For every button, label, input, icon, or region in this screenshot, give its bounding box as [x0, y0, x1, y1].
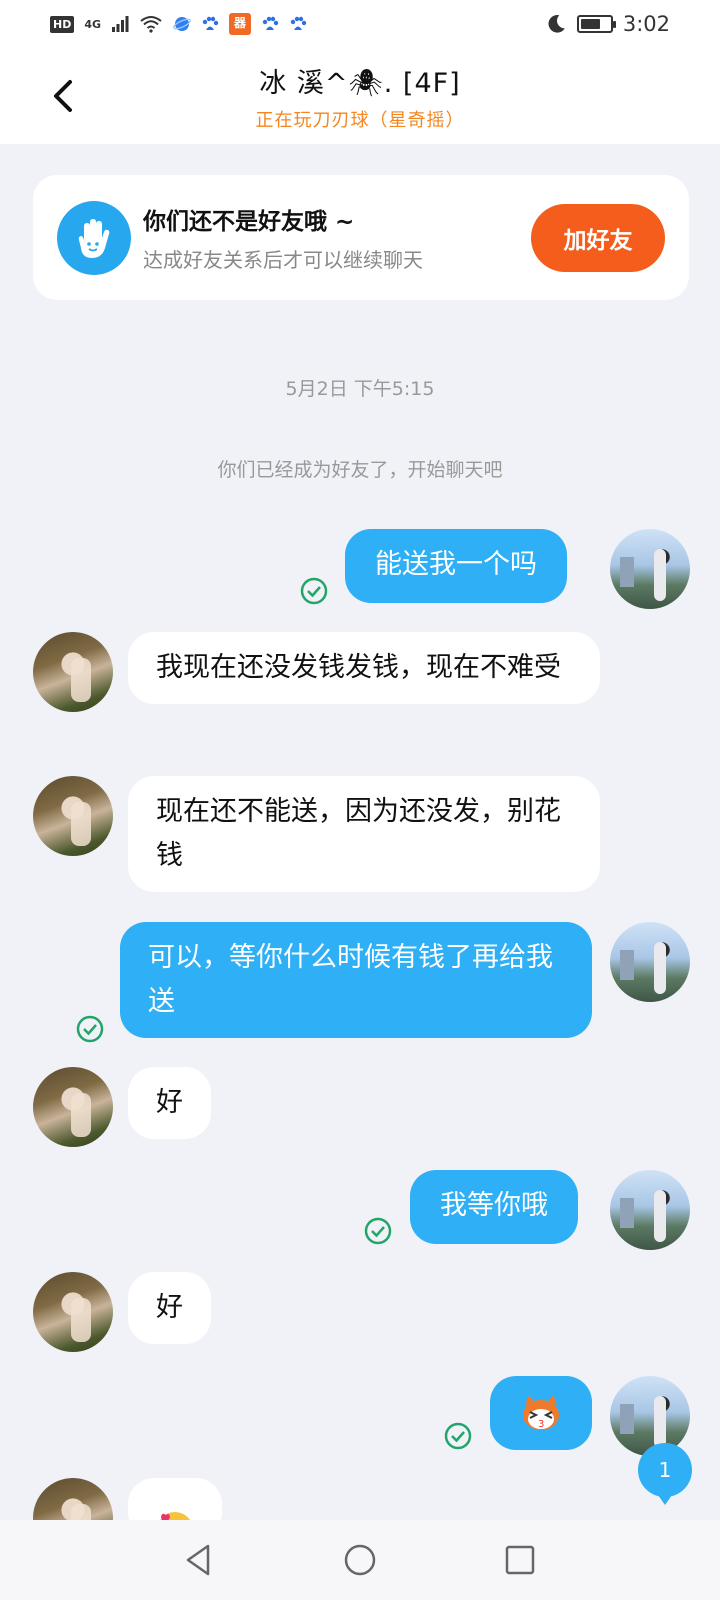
contact-name[interactable]: 冰 溪^🕷. [4F]: [259, 61, 460, 100]
contact-status: 正在玩刀刃球（星奇摇）: [255, 109, 465, 131]
battery-icon: [576, 15, 616, 33]
chat-header: 冰 溪^🕷. [4F] 正在玩刀刃球（星奇摇）: [0, 48, 720, 144]
message-bubble-incoming[interactable]: 好: [128, 1067, 211, 1139]
chat-date: 5月2日 下午5:15: [285, 378, 435, 400]
add-friend-button[interactable]: 加好友: [531, 203, 665, 272]
status-bar: HD 4G 器 3:02: [0, 0, 720, 48]
clock: 3:02: [622, 12, 670, 36]
avatar-contact[interactable]: [33, 776, 113, 856]
wifi-icon: [140, 16, 162, 33]
status-bar-right: 3:02: [545, 12, 670, 36]
hand-wave-icon: [57, 200, 131, 275]
browser-icon: [173, 17, 191, 31]
read-check-icon: [444, 1422, 472, 1450]
signal-icon: [112, 16, 129, 32]
avatar-contact[interactable]: [33, 632, 113, 712]
read-check-icon: [300, 577, 328, 605]
network-label: 4G: [84, 17, 102, 31]
message-bubble-outgoing[interactable]: 我等你哦: [410, 1170, 578, 1244]
svg-text:3: 3: [538, 1419, 544, 1430]
friend-card-text: 你们还不是好友哦 ~ 达成好友关系后才可以继续聊天: [143, 202, 531, 273]
system-message: 你们已经成为好友了，开始聊天吧: [217, 459, 503, 481]
baidu-icon: [262, 16, 279, 30]
unread-count-badge[interactable]: 1: [638, 1443, 692, 1505]
hd-badge: HD: [50, 15, 75, 33]
friend-card-title: 你们还不是好友哦 ~: [143, 209, 355, 235]
message-bubble-incoming[interactable]: 我现在还没发钱发钱，现在不难受: [128, 632, 600, 704]
raccoon-sticker-icon: 3: [523, 1395, 559, 1430]
system-nav-bar: [0, 1520, 720, 1600]
nav-home-icon[interactable]: [340, 1540, 380, 1580]
avatar-self[interactable]: [610, 529, 690, 609]
read-check-icon: [76, 1015, 104, 1043]
avatar-contact[interactable]: [33, 1067, 113, 1147]
battery-level: [580, 19, 601, 29]
friend-request-card: 你们还不是好友哦 ~ 达成好友关系后才可以继续聊天 加好友: [33, 175, 689, 300]
message-bubble-outgoing[interactable]: 可以，等你什么时候有钱了再给我送: [120, 922, 592, 1038]
back-arrow-icon[interactable]: [48, 76, 80, 116]
nav-recents-icon[interactable]: [500, 1540, 540, 1580]
avatar-contact[interactable]: [33, 1272, 113, 1352]
nav-back-icon[interactable]: [180, 1540, 220, 1580]
baidu-icon: [202, 16, 219, 30]
message-bubble-outgoing[interactable]: 能送我一个吗: [345, 529, 567, 603]
status-bar-left: HD 4G 器: [50, 13, 307, 35]
avatar-self[interactable]: [610, 922, 690, 1002]
friend-card-subtitle: 达成好友关系后才可以继续聊天: [143, 248, 423, 272]
moon-icon: [548, 14, 565, 33]
read-check-icon: [364, 1217, 392, 1245]
message-bubble-outgoing-sticker[interactable]: 3: [490, 1376, 592, 1450]
message-bubble-incoming[interactable]: 好: [128, 1272, 211, 1344]
message-bubble-incoming[interactable]: 现在还不能送，因为还没发，别花钱: [128, 776, 600, 892]
baidu-icon: [290, 16, 307, 30]
avatar-self[interactable]: [610, 1376, 690, 1456]
avatar-self[interactable]: [610, 1170, 690, 1250]
app-icon: 器: [229, 13, 252, 35]
